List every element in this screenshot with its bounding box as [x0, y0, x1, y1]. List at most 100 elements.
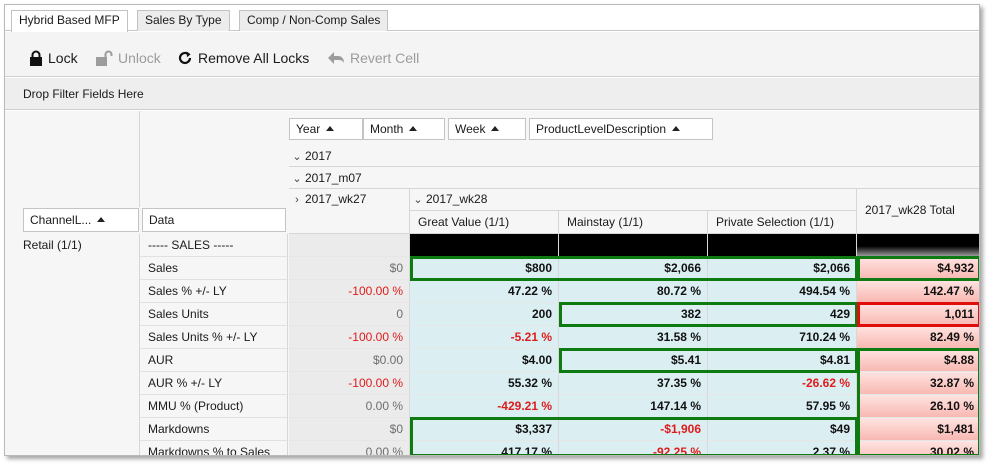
cell-ms-section: [559, 234, 708, 257]
sort-asc-icon: [97, 217, 106, 222]
cell-private-selection[interactable]: 2.37 %: [708, 441, 857, 455]
sort-asc-icon: [491, 126, 500, 131]
tab-sales-by-type[interactable]: Sales By Type: [137, 10, 230, 31]
cell-total[interactable]: 32.87 %: [857, 372, 979, 395]
cell-private-selection[interactable]: 494.54 %: [708, 280, 857, 303]
cell-wk27-section: [289, 234, 410, 257]
field-year[interactable]: Year: [289, 118, 363, 140]
cell-private-selection[interactable]: $4.81: [708, 349, 857, 372]
chevron-down-icon[interactable]: ⌄: [289, 168, 305, 190]
lock-button[interactable]: Lock: [29, 49, 78, 67]
field-week[interactable]: Week: [448, 118, 526, 140]
cell-mainstay[interactable]: $2,066: [559, 257, 708, 280]
week27-header: › 2017_wk27: [289, 189, 410, 234]
cell-total[interactable]: 1,011: [857, 303, 979, 326]
cell-private-selection[interactable]: $2,066: [708, 257, 857, 280]
pivot-window: Hybrid Based MFP Sales By Type Comp / No…: [4, 4, 980, 456]
cell-total[interactable]: 82.49 %: [857, 326, 979, 349]
cell-total[interactable]: $4,932: [857, 257, 979, 280]
cell-total[interactable]: $4.88: [857, 349, 979, 372]
cell-wk27[interactable]: $0: [289, 257, 410, 280]
cell-mainstay[interactable]: -$1,906: [559, 418, 708, 441]
cell-mainstay[interactable]: 31.58 %: [559, 326, 708, 349]
cell-wk27[interactable]: $0.00: [289, 349, 410, 372]
tab-hybrid-based-mfp[interactable]: Hybrid Based MFP: [11, 10, 128, 32]
cell-wk27[interactable]: -100.00 %: [289, 280, 410, 303]
cell-great-value[interactable]: 55.32 %: [410, 372, 559, 395]
cell-total[interactable]: $1,481: [857, 418, 979, 441]
cell-great-value[interactable]: $800: [410, 257, 559, 280]
row-header-spacer: [5, 111, 140, 207]
cell-total[interactable]: 30.02 %: [857, 441, 979, 455]
cell-gv-section: [410, 234, 559, 257]
cell-great-value[interactable]: 417.17 %: [410, 441, 559, 455]
chevron-down-icon[interactable]: ⌄: [410, 190, 426, 210]
cell-great-value[interactable]: $3,337: [410, 418, 559, 441]
lock-label: Lock: [48, 50, 78, 66]
row-label-sales-units: Sales Units: [140, 303, 288, 326]
undo-arrow-icon: [327, 51, 345, 65]
cell-great-value[interactable]: 47.22 %: [410, 280, 559, 303]
refresh-icon: [177, 50, 193, 66]
year-header: ⌄ 2017: [289, 145, 979, 168]
row-label-sales-section: ----- SALES -----: [140, 234, 288, 257]
month-header: ⌄ 2017_m07: [289, 167, 979, 190]
row-label-aur-pct-ly: AUR % +/- LY: [140, 372, 288, 395]
cell-wk27[interactable]: 0.00 %: [289, 441, 410, 455]
cell-wk27[interactable]: 0.00 %: [289, 395, 410, 418]
cell-wk27[interactable]: -100.00 %: [289, 372, 410, 395]
chevron-right-icon[interactable]: ›: [289, 190, 305, 210]
field-channel[interactable]: ChannelL...: [23, 208, 139, 232]
cell-great-value[interactable]: 200: [410, 303, 559, 326]
cell-private-selection[interactable]: -26.62 %: [708, 372, 857, 395]
cell-mainstay[interactable]: 37.35 %: [559, 372, 708, 395]
tab-bar: Hybrid Based MFP Sales By Type Comp / No…: [5, 5, 979, 32]
row-label-sales-units-pct-ly: Sales Units % +/- LY: [140, 326, 288, 349]
cell-private-selection[interactable]: 429: [708, 303, 857, 326]
row-label-markdowns: Markdowns: [140, 418, 288, 441]
row-label-markdowns-pct-sales: Markdowns % to Sales: [140, 441, 288, 455]
field-data[interactable]: Data: [142, 208, 286, 232]
drop-filter-area[interactable]: Drop Filter Fields Here: [5, 78, 979, 110]
remove-all-locks-label: Remove All Locks: [198, 50, 310, 66]
cell-mainstay[interactable]: 147.14 %: [559, 395, 708, 418]
revert-cell-button[interactable]: Revert Cell: [327, 49, 419, 67]
field-month[interactable]: Month: [363, 118, 445, 140]
cell-great-value[interactable]: -5.21 %: [410, 326, 559, 349]
sort-asc-icon: [326, 126, 335, 131]
cell-total[interactable]: 142.47 %: [857, 280, 979, 303]
toolbar: Lock Unlock Remove All Locks Revert Cell: [5, 32, 979, 77]
tab-comp-non-comp-sales[interactable]: Comp / Non-Comp Sales: [239, 10, 389, 31]
row-label-sales: Sales: [140, 257, 288, 280]
cell-private-selection[interactable]: 710.24 %: [708, 326, 857, 349]
channel-column: Retail (1/1): [5, 234, 140, 455]
sort-asc-icon: [409, 126, 418, 131]
product-header-mainstay: Mainstay (1/1): [559, 211, 708, 234]
cell-mainstay[interactable]: $5.41: [559, 349, 708, 372]
field-product-level-description[interactable]: ProductLevelDescription: [529, 118, 713, 140]
chevron-down-icon[interactable]: ⌄: [289, 146, 305, 168]
cell-total-section: [857, 234, 979, 257]
cell-wk27[interactable]: $0: [289, 418, 410, 441]
product-header-private-selection: Private Selection (1/1): [708, 211, 857, 234]
cell-mainstay[interactable]: 80.72 %: [559, 280, 708, 303]
cell-great-value[interactable]: -429.21 %: [410, 395, 559, 418]
cell-mainstay[interactable]: -92.25 %: [559, 441, 708, 455]
cell-great-value[interactable]: $4.00: [410, 349, 559, 372]
unlock-label: Unlock: [118, 50, 161, 66]
revert-cell-label: Revert Cell: [350, 50, 420, 66]
week28-total-header: 2017_wk28 Total: [857, 189, 979, 234]
row-label-mmu-pct: MMU % (Product): [140, 395, 288, 418]
cell-private-selection[interactable]: 57.95 %: [708, 395, 857, 418]
cell-private-selection[interactable]: $49: [708, 418, 857, 441]
cell-wk27[interactable]: -100.00 %: [289, 326, 410, 349]
cell-total[interactable]: 26.10 %: [857, 395, 979, 418]
pivot-grid: Year Month Week ProductLevelDescription …: [5, 111, 979, 455]
cell-ps-section: [708, 234, 857, 257]
unlock-button[interactable]: Unlock: [95, 49, 161, 67]
remove-all-locks-button[interactable]: Remove All Locks: [177, 49, 309, 67]
cell-wk27[interactable]: 0: [289, 303, 410, 326]
sort-asc-icon: [672, 126, 681, 131]
cell-mainstay[interactable]: 382: [559, 303, 708, 326]
lock-icon: [29, 50, 43, 67]
